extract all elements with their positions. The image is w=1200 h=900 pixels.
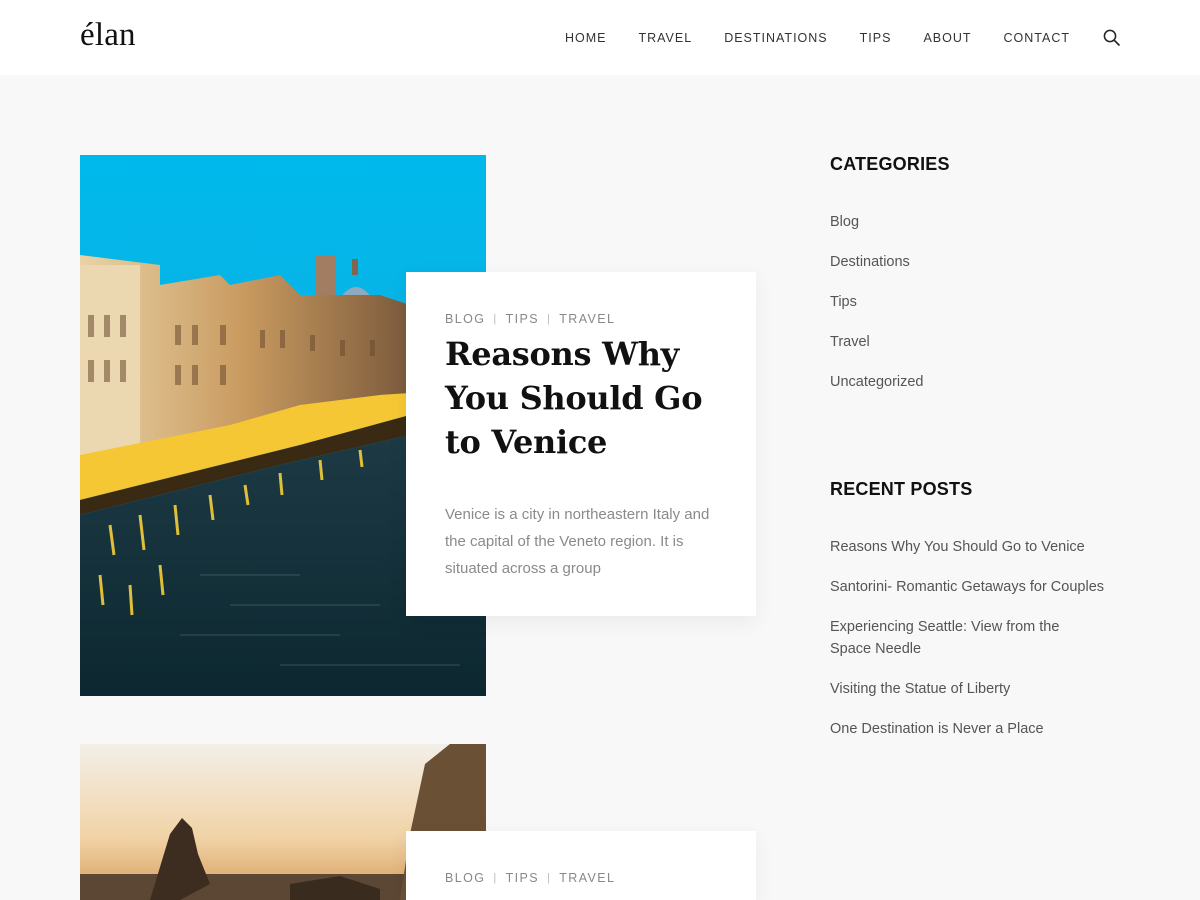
recent-post-link[interactable]: Visiting the Statue of Liberty [830,678,1120,700]
search-button[interactable] [1102,29,1120,47]
nav-destinations[interactable]: DESTINATIONS [724,31,827,45]
category-separator: | [493,872,498,884]
category-link-travel[interactable]: TRAVEL [559,871,615,885]
nav-about[interactable]: ABOUT [923,31,971,45]
recent-post-link[interactable]: Experiencing Seattle: View from the Spac… [830,616,1100,660]
recent-post-link[interactable]: One Destination is Never a Place [830,718,1120,740]
category-link-tips[interactable]: TIPS [506,871,539,885]
category-item-destinations[interactable]: Destinations [830,251,1120,273]
category-link-travel[interactable]: TRAVEL [559,312,615,326]
category-link-tips[interactable]: TIPS [506,312,539,326]
category-item-uncategorized[interactable]: Uncategorized [830,371,1120,393]
post-card-venice: BLOG | TIPS | TRAVEL Reasons Why You Sho… [80,155,756,696]
recent-post-link[interactable]: Santorini- Romantic Getaways for Couples [830,576,1120,598]
site-logo[interactable]: élan [80,17,136,54]
post-card-content: BLOG | TIPS | TRAVEL Reasons Why You Sho… [406,272,756,616]
main-nav: HOME TRAVEL DESTINATIONS TIPS ABOUT CONT… [533,0,1200,75]
site-header: élan HOME TRAVEL DESTINATIONS TIPS ABOUT… [0,0,1200,75]
post-categories: BLOG | TIPS | TRAVEL [445,871,717,885]
nav-travel[interactable]: TRAVEL [638,31,692,45]
post-categories: BLOG | TIPS | TRAVEL [445,312,717,326]
post-card-santorini: BLOG | TIPS | TRAVEL [80,744,756,900]
post-card-content: BLOG | TIPS | TRAVEL [406,831,756,900]
categories-widget-title: CATEGORIES [830,154,950,174]
recent-posts-widget-title: RECENT POSTS [830,479,973,499]
category-link-blog[interactable]: BLOG [445,312,485,326]
category-separator: | [547,872,552,884]
nav-home[interactable]: HOME [565,31,607,45]
categories-list: Blog Destinations Tips Travel Uncategori… [830,211,1120,393]
category-separator: | [547,313,552,325]
nav-tips[interactable]: TIPS [860,31,892,45]
category-item-travel[interactable]: Travel [830,331,1120,353]
recent-posts-list: Reasons Why You Should Go to Venice Sant… [830,536,1120,740]
post-title[interactable]: Reasons Why You Should Go to Venice [445,332,717,464]
post-excerpt: Venice is a city in northeastern Italy a… [445,506,710,577]
category-item-tips[interactable]: Tips [830,291,1120,313]
category-separator: | [493,313,498,325]
recent-post-link[interactable]: Reasons Why You Should Go to Venice [830,536,1120,558]
nav-contact[interactable]: CONTACT [1004,31,1071,45]
category-item-blog[interactable]: Blog [830,211,1120,233]
search-icon [1103,29,1120,46]
category-link-blog[interactable]: BLOG [445,871,485,885]
